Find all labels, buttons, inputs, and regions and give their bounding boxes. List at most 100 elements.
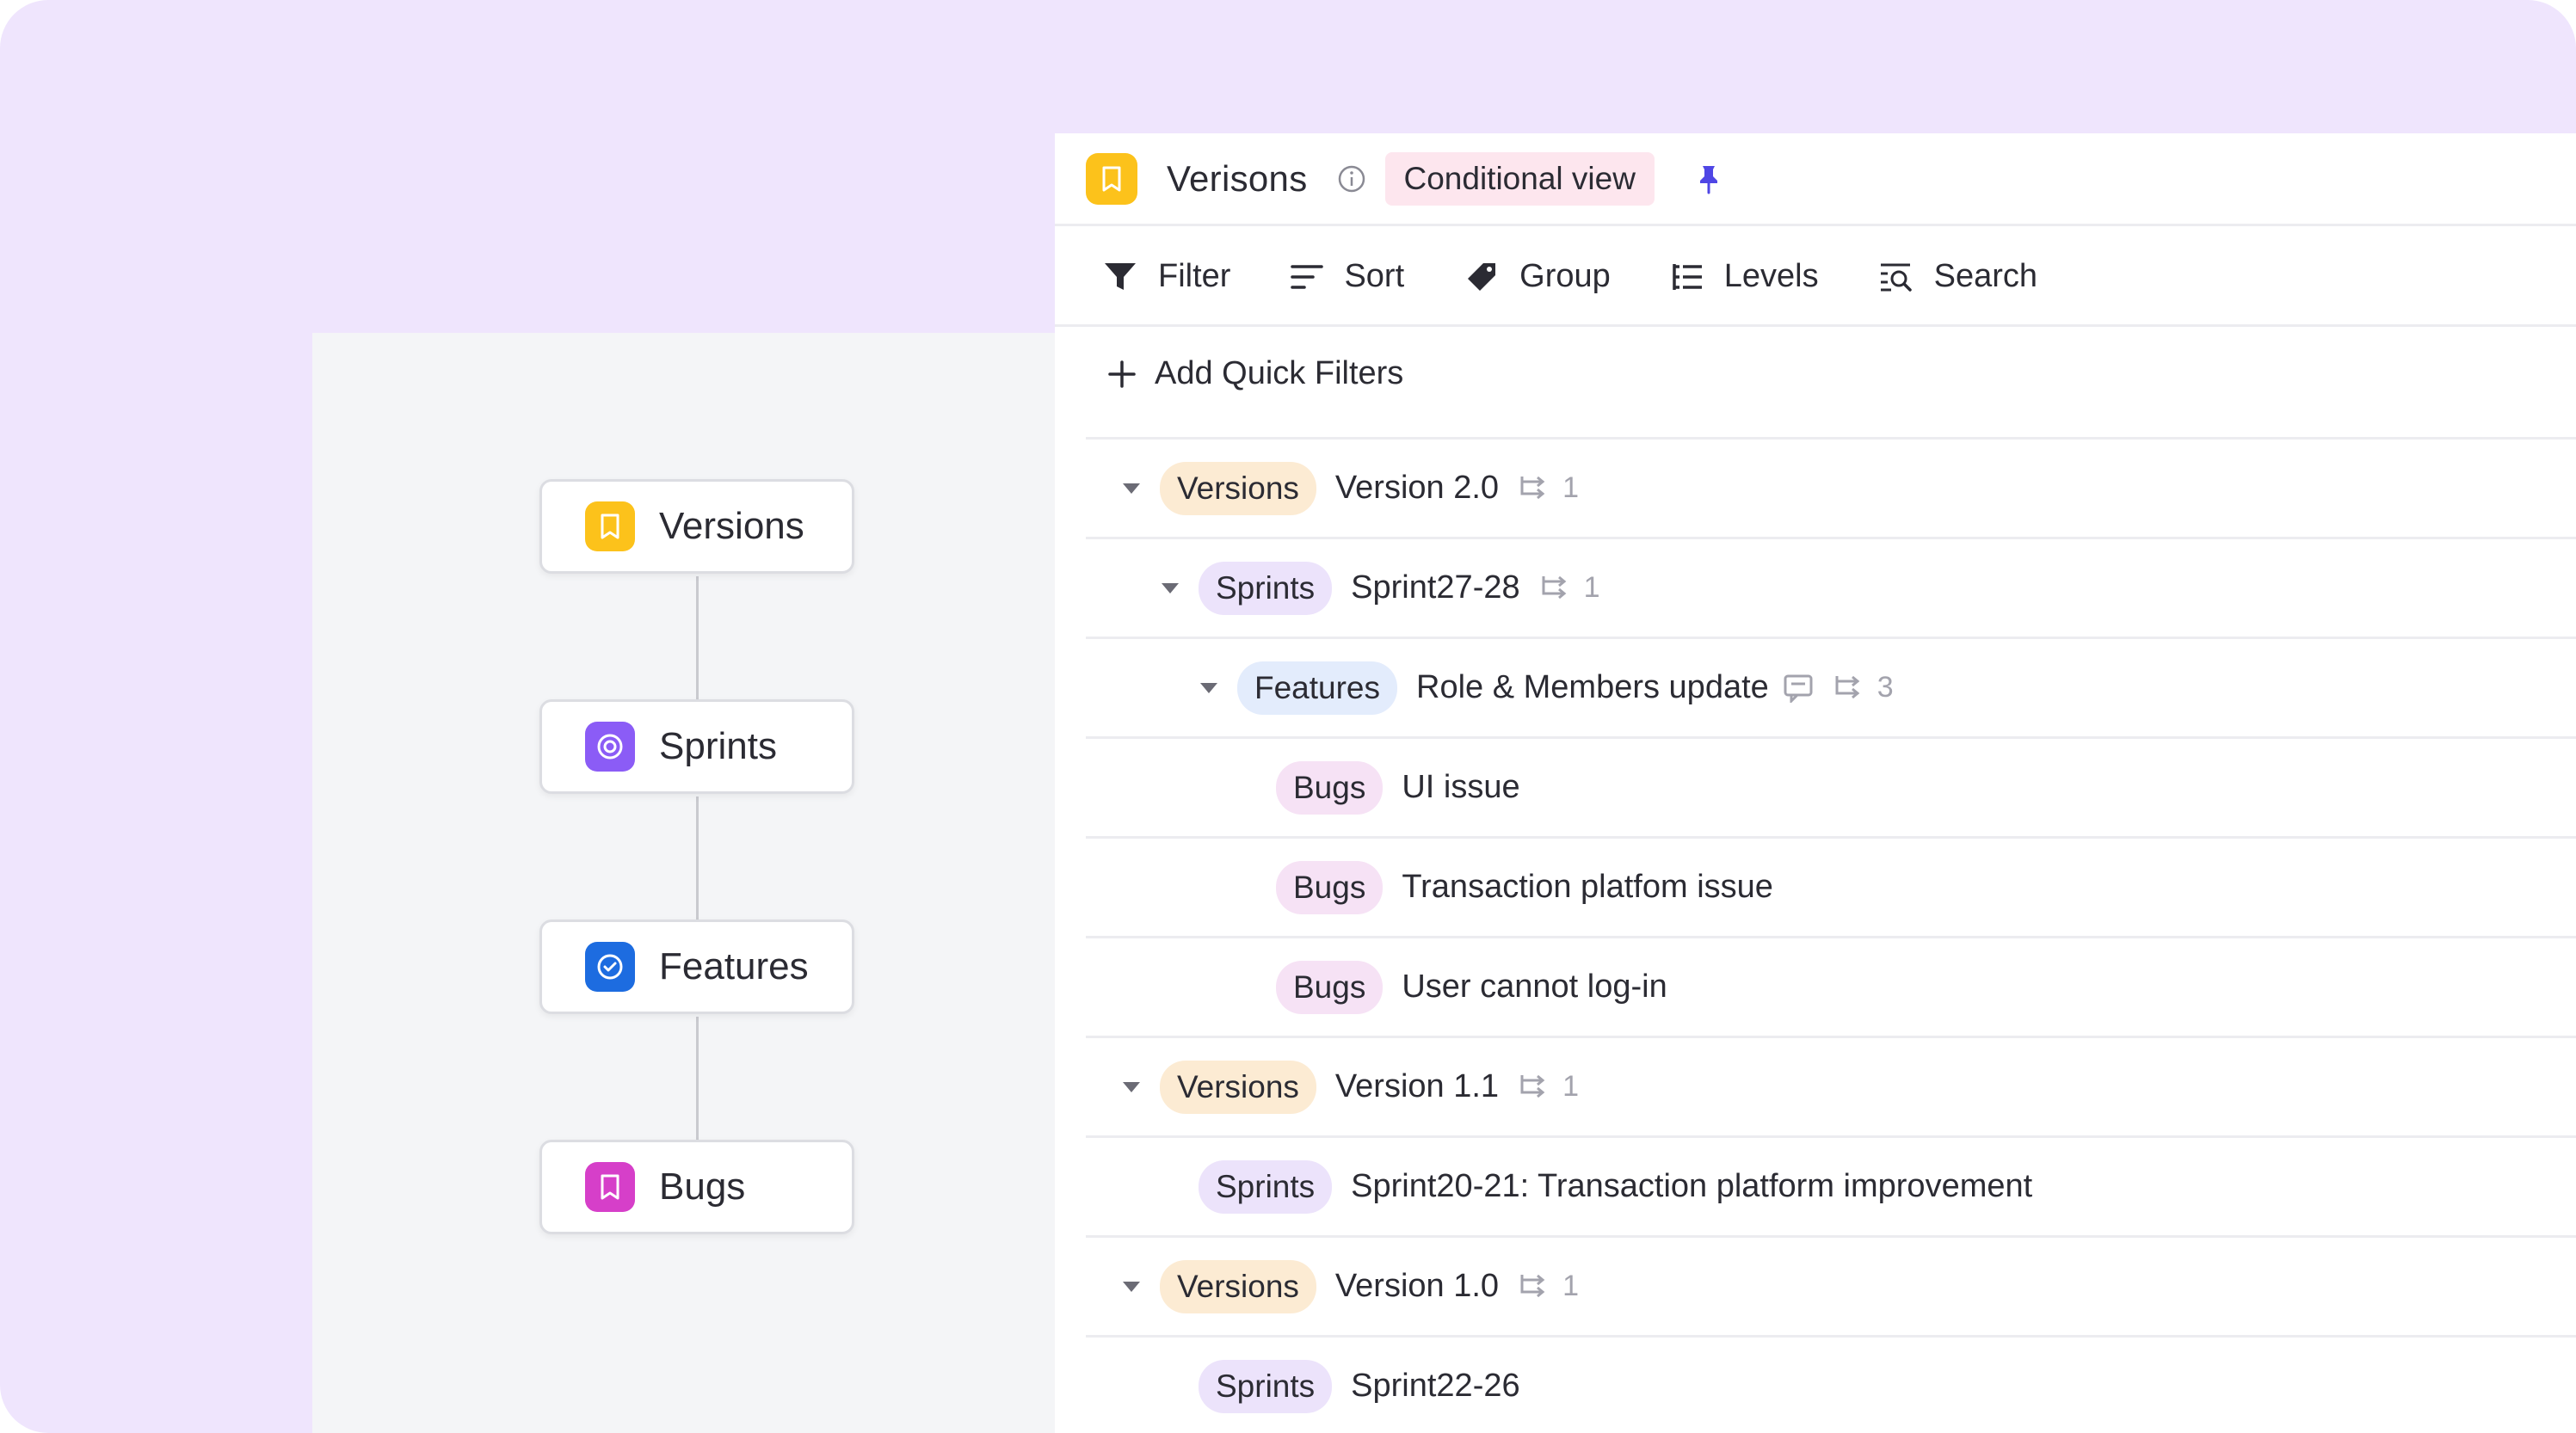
add-quick-filters-label: Add Quick Filters (1155, 355, 1404, 391)
type-pill: Sprints (1199, 1359, 1333, 1413)
hierarchy-node-bugs[interactable]: Bugs (539, 1140, 854, 1234)
search-label: Search (1933, 258, 2038, 294)
add-quick-filters-button[interactable]: Add Quick Filters (1106, 355, 1403, 392)
view-title: Verisons (1167, 157, 1308, 199)
table-row[interactable]: Versions Version 1.1 1 (1086, 1036, 2576, 1135)
screenshot-stage: Versions Sprints Features Bugs Verisons … (0, 0, 2576, 1433)
table-row[interactable]: Bugs User cannot log-in (1086, 936, 2576, 1036)
search-icon (1879, 261, 1914, 292)
toolbar: Filter Sort Group Levels Search (1055, 229, 2576, 327)
type-pill: Versions (1160, 461, 1316, 515)
table-row[interactable]: Sprints Sprint20-21: Transaction platfor… (1086, 1135, 2576, 1235)
row-title: Sprint20-21: Transaction platform improv… (1351, 1168, 2033, 1204)
levels-button[interactable]: Levels (1671, 258, 1819, 295)
hierarchy-table: Versions Version 2.0 1 Sprints Sprint27-… (1086, 437, 2576, 1433)
info-icon[interactable] (1337, 164, 1366, 194)
search-button[interactable]: Search (1879, 258, 2037, 295)
subitems-icon (1518, 1273, 1550, 1301)
sort-icon (1291, 262, 1324, 292)
subitems-icon (1518, 1073, 1550, 1101)
chevron-down-icon[interactable] (1117, 1073, 1146, 1102)
hierarchy-panel: Versions Sprints Features Bugs (312, 333, 1055, 1433)
hierarchy-node-sprints[interactable]: Sprints (539, 699, 854, 794)
row-title: User cannot log-in (1402, 969, 1667, 1005)
type-pill: Bugs (1276, 760, 1384, 815)
check-circle-icon (585, 942, 635, 992)
bookmark-icon (585, 501, 635, 551)
children-count-value: 1 (1562, 1070, 1579, 1103)
children-count-value: 1 (1562, 1270, 1579, 1302)
pin-icon[interactable] (1696, 163, 1722, 194)
filter-icon (1103, 261, 1137, 293)
comment-icon[interactable] (1783, 673, 1814, 703)
children-count: 1 (1518, 1070, 1579, 1104)
view-panel: Verisons Conditional view Filter Sort Gr… (1055, 133, 2576, 1433)
chevron-down-icon[interactable] (1117, 1272, 1146, 1301)
bookmark-icon (1086, 152, 1137, 205)
sort-label: Sort (1344, 258, 1405, 294)
children-count-value: 3 (1877, 671, 1894, 704)
chevron-down-icon[interactable] (1156, 574, 1185, 603)
sort-button[interactable]: Sort (1291, 258, 1404, 295)
hierarchy-node-label: Sprints (659, 725, 777, 767)
row-title: Transaction platfom issue (1402, 869, 1773, 905)
children-count-value: 1 (1562, 471, 1579, 504)
type-pill: Versions (1160, 1259, 1316, 1313)
group-button[interactable]: Group (1464, 258, 1611, 295)
subitems-icon (1518, 475, 1550, 502)
children-count: 1 (1518, 471, 1579, 505)
children-count: 1 (1518, 1270, 1579, 1303)
table-row[interactable]: Sprints Sprint27-28 1 (1086, 537, 2576, 637)
hierarchy-node-versions[interactable]: Versions (539, 479, 854, 574)
row-title: UI issue (1402, 769, 1520, 805)
table-row[interactable]: Bugs Transaction platfom issue (1086, 836, 2576, 936)
subitems-icon (1833, 674, 1865, 702)
sprint-cycle-icon (585, 722, 635, 772)
tag-icon (1464, 261, 1499, 293)
table-row[interactable]: Bugs UI issue (1086, 736, 2576, 836)
row-title: Sprint27-28 (1351, 569, 1520, 606)
row-title: Version 1.0 (1334, 1268, 1500, 1304)
levels-icon (1671, 261, 1704, 292)
type-pill: Sprints (1199, 561, 1333, 615)
table-row[interactable]: Sprints Sprint22-26 (1086, 1335, 2576, 1433)
row-title: Version 2.0 (1334, 470, 1500, 506)
hierarchy-node-label: Features (659, 945, 809, 987)
type-pill: Sprints (1199, 1159, 1333, 1214)
hierarchy-connector (696, 576, 699, 705)
chevron-down-icon[interactable] (1194, 673, 1223, 703)
table-row[interactable]: Versions Version 2.0 1 (1086, 437, 2576, 537)
children-count: 3 (1833, 671, 1894, 704)
hierarchy-node-label: Bugs (659, 1165, 746, 1208)
row-title: Role & Members update (1416, 669, 1769, 705)
plus-icon (1106, 359, 1137, 390)
hierarchy-node-label: Versions (659, 505, 804, 547)
filter-button[interactable]: Filter (1103, 258, 1230, 295)
table-row[interactable]: Versions Version 1.0 1 (1086, 1235, 2576, 1335)
conditional-view-badge[interactable]: Conditional view (1384, 151, 1655, 206)
type-pill: Features (1237, 661, 1398, 715)
children-count: 1 (1539, 571, 1600, 605)
type-pill: Bugs (1276, 960, 1384, 1014)
type-pill: Versions (1160, 1060, 1316, 1114)
hierarchy-connector (696, 1017, 699, 1146)
hierarchy-node-features[interactable]: Features (539, 919, 854, 1014)
table-row[interactable]: Features Role & Members update 3 (1086, 637, 2576, 736)
type-pill: Bugs (1276, 860, 1384, 914)
hierarchy-connector (696, 796, 699, 926)
subitems-icon (1539, 575, 1572, 602)
children-count-value: 1 (1583, 571, 1600, 604)
view-header: Verisons Conditional view (1055, 133, 2576, 226)
levels-label: Levels (1723, 258, 1819, 294)
chevron-down-icon[interactable] (1117, 474, 1146, 503)
group-label: Group (1519, 258, 1611, 294)
filter-label: Filter (1158, 258, 1231, 294)
row-title: Version 1.1 (1334, 1068, 1500, 1104)
row-title: Sprint22-26 (1351, 1368, 1520, 1404)
bookmark-icon (585, 1162, 635, 1212)
